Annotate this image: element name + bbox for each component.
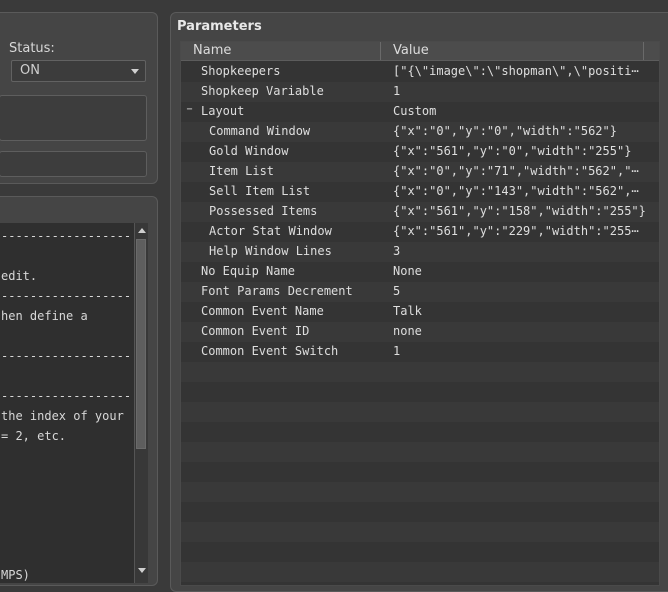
table-row[interactable]: Gold Window {"x":"561","y":"0","width":"2… [181, 142, 659, 162]
param-value[interactable]: 5 [393, 284, 655, 298]
status-label: Status: [9, 41, 55, 56]
scroll-down-arrow-icon[interactable] [138, 568, 146, 573]
param-name: No Equip Name [201, 264, 295, 278]
empty-row [181, 402, 659, 422]
param-name: Command Window [209, 124, 311, 138]
empty-row [181, 542, 659, 562]
param-value[interactable]: 1 [393, 84, 655, 98]
param-value[interactable]: none [393, 324, 655, 338]
table-row[interactable]: − Layout Custom [181, 102, 659, 122]
empty-row [181, 502, 659, 522]
param-name: Common Event Name [201, 304, 324, 318]
parameters-panel: Parameters Name Value Shopkeepers ["{\"im… [170, 12, 668, 592]
help-line: ------------------ [1, 229, 132, 243]
param-value[interactable]: {"x":"561","y":"229","width":"255⋯ [393, 224, 655, 238]
param-value[interactable]: None [393, 264, 655, 278]
param-value[interactable]: 3 [393, 244, 655, 258]
empty-row [181, 582, 659, 585]
param-name: Shopkeep Variable [201, 84, 324, 98]
table-row[interactable]: Actor Stat Window {"x":"561","y":"229","w… [181, 222, 659, 242]
empty-row [181, 422, 659, 442]
param-name: Common Event ID [201, 324, 310, 338]
table-header: Name Value [181, 42, 659, 61]
help-line: ------------------ [1, 389, 132, 403]
param-name: Item List [209, 164, 275, 178]
column-divider[interactable] [643, 42, 644, 60]
param-name: Sell Item List [209, 184, 311, 198]
param-value[interactable]: {"x":"561","y":"158","width":"255"} [393, 204, 655, 218]
table-row[interactable]: Possessed Items {"x":"561","y":"158","wid… [181, 202, 659, 222]
column-header-name[interactable]: Name [193, 43, 231, 58]
table-row[interactable]: Shopkeep Variable 1 [181, 82, 659, 102]
help-scrollbar[interactable] [134, 223, 148, 583]
param-value[interactable]: Talk [393, 304, 655, 318]
param-value[interactable]: 1 [393, 344, 655, 358]
plugin-name-field[interactable] [0, 95, 147, 141]
param-name: Shopkeepers [201, 64, 281, 78]
help-line: edit. [1, 269, 38, 283]
status-dropdown[interactable]: ON [11, 60, 146, 82]
param-value[interactable]: {"x":"0","y":"143","width":"562",⋯ [393, 184, 655, 198]
scroll-up-arrow-icon[interactable] [138, 228, 146, 233]
empty-row [181, 562, 659, 582]
help-text-area[interactable]: ------------------ edit. ---------------… [0, 223, 134, 583]
help-line: hen define a [1, 309, 88, 323]
help-line: = 2, etc. [1, 429, 67, 443]
empty-row [181, 362, 659, 382]
param-value[interactable]: {"x":"0","y":"71","width":"562","⋯ [393, 164, 655, 178]
scrollbar-thumb[interactable] [136, 239, 146, 449]
help-line: ------------------ [1, 289, 132, 303]
status-panel: Status: ON [0, 12, 158, 184]
param-name: Actor Stat Window [209, 224, 332, 238]
parameters-title: Parameters [177, 19, 262, 34]
help-line: MPS) [1, 568, 30, 582]
param-value[interactable]: {"x":"561","y":"0","width":"255"} [393, 144, 655, 158]
table-row[interactable]: Command Window {"x":"0","y":"0","width":"… [181, 122, 659, 142]
param-value[interactable]: ["{\"image\":\"shopman\",\"positi⋯ [393, 64, 655, 78]
table-row[interactable]: Sell Item List {"x":"0","y":"143","width"… [181, 182, 659, 202]
param-name: Gold Window [209, 144, 289, 158]
param-name: Possessed Items [209, 204, 318, 218]
plugin-description-field[interactable] [0, 151, 147, 177]
param-name: Help Window Lines [209, 244, 332, 258]
empty-row [181, 442, 659, 462]
table-row[interactable]: Item List {"x":"0","y":"71","width":"562"… [181, 162, 659, 182]
table-row[interactable]: Help Window Lines 3 [181, 242, 659, 262]
table-row[interactable]: No Equip Name None [181, 262, 659, 282]
table-row[interactable]: Common Event Switch 1 [181, 342, 659, 362]
collapse-minus-icon[interactable]: − [185, 105, 194, 115]
param-value[interactable]: Custom [393, 104, 655, 118]
chevron-down-icon [131, 69, 139, 74]
param-value[interactable]: {"x":"0","y":"0","width":"562"} [393, 124, 655, 138]
param-name: Common Event Switch [201, 344, 339, 358]
empty-row [181, 382, 659, 402]
table-row[interactable]: Common Event ID none [181, 322, 659, 342]
status-value: ON [20, 63, 40, 78]
table-row[interactable]: Shopkeepers ["{\"image\":\"shopman\",\"po… [181, 62, 659, 82]
help-line: the index of your [1, 409, 124, 423]
table-row[interactable]: Font Params Decrement 5 [181, 282, 659, 302]
empty-row [181, 482, 659, 502]
param-name: Layout [201, 104, 245, 118]
help-panel: ------------------ edit. ---------------… [0, 196, 158, 586]
table-row[interactable]: Common Event Name Talk [181, 302, 659, 322]
column-header-value[interactable]: Value [393, 43, 429, 58]
empty-row [181, 522, 659, 542]
column-divider[interactable] [380, 42, 381, 60]
parameters-table: Name Value Shopkeepers ["{\"image\":\"sho… [180, 41, 660, 586]
param-name: Font Params Decrement [201, 284, 353, 298]
empty-row [181, 462, 659, 482]
help-line: ------------------ [1, 349, 132, 363]
